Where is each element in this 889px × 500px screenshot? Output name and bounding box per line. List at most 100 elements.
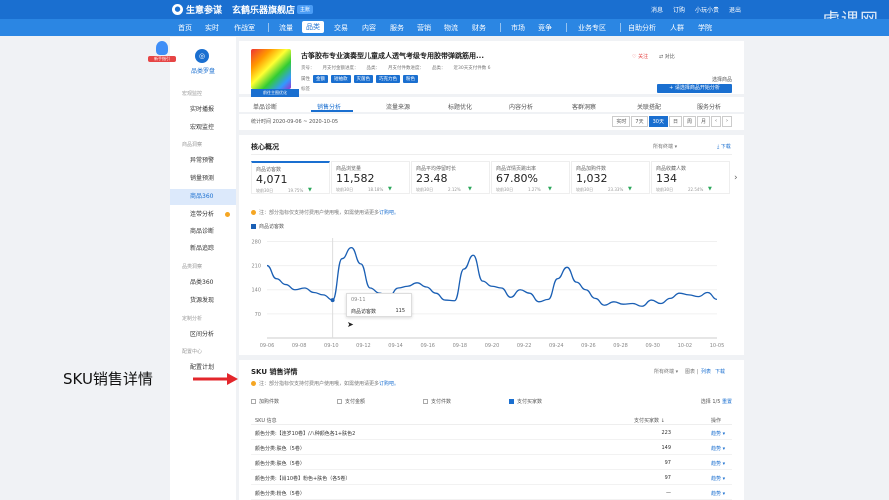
x-tick-label: 09-16 bbox=[420, 343, 435, 349]
sidebar-item-diagnosis[interactable]: 商品诊断 bbox=[170, 225, 236, 238]
tab-item[interactable]: 关联搭配 bbox=[637, 102, 661, 111]
x-tick-label: 09-20 bbox=[485, 343, 500, 349]
tab-item[interactable]: 流量来源 bbox=[386, 102, 410, 111]
top-link-user[interactable]: 小玩小贵 bbox=[695, 5, 719, 14]
kpi-card[interactable]: 商品浏览量 11,582 较前30日 18.18% ▼ bbox=[331, 161, 410, 194]
nav-item[interactable]: 物流 bbox=[444, 23, 458, 33]
select-product-button[interactable]: + 请选择商品开始分析 bbox=[657, 84, 732, 93]
sidebar-item-forecast[interactable]: 销量预测 bbox=[170, 172, 236, 185]
nav-item[interactable]: 财务 bbox=[472, 23, 486, 33]
nav-item[interactable]: 服务 bbox=[390, 23, 404, 33]
kpi-card[interactable]: 商品详情页跳出率 67.80% 较前30日 1.27% ▼ bbox=[491, 161, 570, 194]
kpi-value: 4,071 bbox=[256, 173, 288, 186]
visitor-line-chart[interactable]: 70 140 210 280 09-06 09-08 09-10 09-12 09-14 09-1… bbox=[239, 230, 744, 355]
trend-link[interactable]: 趋势 ▾ bbox=[711, 445, 725, 452]
nav-item[interactable]: 自助分析 bbox=[628, 23, 656, 33]
nav-item[interactable]: 交易 bbox=[334, 23, 348, 33]
core-note-link[interactable]: 订购吧。 bbox=[379, 210, 399, 216]
reset-link[interactable]: 重置 bbox=[722, 399, 732, 405]
col-buyers[interactable]: 支付买家数 ↓ bbox=[634, 417, 665, 424]
nav-item[interactable]: 人群 bbox=[670, 23, 684, 33]
check-pay-qty[interactable]: 支付件数 bbox=[423, 398, 451, 405]
warning-icon bbox=[251, 381, 256, 386]
sidebar-item-sourcing[interactable]: 货源发现 bbox=[170, 294, 236, 307]
sku-note-link[interactable]: 订购吧。 bbox=[379, 381, 399, 387]
trend-down-icon: ▼ bbox=[468, 186, 472, 192]
tab-item[interactable]: 单品诊断 bbox=[253, 102, 277, 111]
kpi-card[interactable]: 商品平均停留时长 23.48 较前30日 2.12% ▼ bbox=[411, 161, 490, 194]
kpi-card[interactable]: 商品加购件数 1,032 较前30日 23.33% ▼ bbox=[571, 161, 650, 194]
x-tick-label: 09-10 bbox=[324, 343, 339, 349]
kpi-card[interactable]: 商品收藏人数 134 较前30日 22.54% ▼ bbox=[651, 161, 730, 194]
brand-logo[interactable]: ● 生意参谋 bbox=[172, 3, 222, 16]
sku-terminal-select[interactable]: 所有终端 ▾ bbox=[654, 368, 678, 375]
table-row[interactable]: 颜色分类:【肖10卷】粉色+肤色（各5卷） 97 趋势 ▾ bbox=[251, 471, 732, 485]
sidebar-item-category360[interactable]: 品类360 bbox=[170, 276, 236, 289]
sidebar-item-macro[interactable]: 宏观监控 bbox=[170, 121, 236, 134]
nav-item[interactable]: 营销 bbox=[417, 23, 431, 33]
trend-link[interactable]: 趋势 ▾ bbox=[711, 490, 725, 497]
image-optimize-button[interactable]: 前往主图优化 bbox=[251, 89, 299, 97]
nav-item[interactable]: 学院 bbox=[698, 23, 712, 33]
nav-item[interactable]: 实时 bbox=[205, 23, 219, 33]
kpi-next-icon[interactable]: › bbox=[734, 173, 738, 183]
product-title[interactable]: 古筝胶布专业演奏型儿童成人透气考级专用胶带弹跳筋用... bbox=[301, 51, 511, 61]
table-row[interactable]: 颜色分类:【连岁10卷】/八种颜色各1+肤色2 223 趋势 ▾ bbox=[251, 426, 732, 440]
kpi-card[interactable]: 商品访客数 4,071 较前30日 19.75% ▼ bbox=[251, 161, 330, 194]
top-link-orders[interactable]: 订购 bbox=[673, 5, 685, 14]
sidebar-item-realtime[interactable]: 实时播报 bbox=[170, 103, 236, 116]
sku-title: SKU 销售详情 bbox=[251, 368, 298, 376]
sku-list-toggle[interactable]: 列表 bbox=[701, 368, 711, 375]
top-link-logout[interactable]: 退出 bbox=[729, 5, 741, 14]
table-row[interactable]: 颜色分类:肤色（5卷） 149 趋势 ▾ bbox=[251, 441, 732, 455]
nav-item[interactable]: 业务专区 bbox=[578, 23, 606, 33]
top-link-messages[interactable]: 消息 bbox=[651, 5, 663, 14]
sidebar-item-association[interactable]: 连带分析 bbox=[170, 208, 236, 221]
check-pay-buyers[interactable]: 支付买家数 bbox=[509, 398, 542, 405]
date-button[interactable]: 日 bbox=[668, 116, 682, 127]
trend-link[interactable]: 趋势 ▾ bbox=[711, 430, 725, 437]
sidebar-item-alerts[interactable]: 异常预警 bbox=[170, 154, 236, 167]
guide-badge[interactable]: 新手指引 bbox=[148, 41, 176, 65]
sidebar-item-product360[interactable]: 商品360 bbox=[170, 189, 236, 205]
terminal-select[interactable]: 所有终端 ▾ bbox=[653, 143, 677, 150]
tab-item[interactable]: 服务分析 bbox=[697, 102, 721, 111]
table-row[interactable]: 颜色分类:粉色（5卷） — 趋势 ▾ bbox=[251, 486, 732, 500]
shop-name[interactable]: 玄鹤乐器旗舰店 bbox=[232, 3, 295, 16]
kpi-value: 134 bbox=[656, 172, 677, 185]
nav-item[interactable]: 作战室 bbox=[234, 23, 255, 33]
x-tick-label: 09-30 bbox=[645, 343, 660, 349]
compare-button[interactable]: ⇄ 对比 bbox=[659, 53, 675, 60]
sidebar-item-newproduct[interactable]: 新品追踪 bbox=[170, 242, 236, 255]
tab-item[interactable]: 内容分析 bbox=[509, 102, 533, 111]
nav-item[interactable]: 市场 bbox=[511, 23, 525, 33]
brand-icon: ● bbox=[172, 4, 183, 15]
nav-item[interactable]: 竞争 bbox=[538, 23, 552, 33]
date-button[interactable]: 月 bbox=[696, 116, 710, 127]
download-link[interactable]: ⤓ 下载 bbox=[717, 143, 731, 150]
date-button[interactable]: 30天 bbox=[648, 116, 668, 127]
sidebar-item-range[interactable]: 区间分析 bbox=[170, 328, 236, 341]
trend-link[interactable]: 趋势 ▾ bbox=[711, 475, 725, 482]
check-add-cart[interactable]: 加购件数 bbox=[251, 398, 279, 405]
tab-item[interactable]: 标题优化 bbox=[448, 102, 472, 111]
follow-button[interactable]: ♡ 关注 bbox=[632, 53, 648, 60]
date-button[interactable]: 周 bbox=[682, 116, 696, 127]
kpi-label: 商品详情页跳出率 bbox=[496, 166, 537, 172]
date-button[interactable]: › bbox=[722, 116, 732, 127]
nav-item[interactable]: 流量 bbox=[279, 23, 293, 33]
nav-item[interactable]: 品类 bbox=[302, 21, 324, 33]
check-pay-amount[interactable]: 支付金额 bbox=[337, 398, 365, 405]
sku-download-link[interactable]: 下载 bbox=[715, 368, 725, 375]
date-button[interactable]: 实时 bbox=[612, 116, 631, 127]
date-button[interactable]: 7天 bbox=[631, 116, 648, 127]
tab-item[interactable]: 客群洞察 bbox=[572, 102, 596, 111]
nav-item[interactable]: 内容 bbox=[362, 23, 376, 33]
table-row[interactable]: 颜色分类:肤色（5卷） 97 趋势 ▾ bbox=[251, 456, 732, 470]
trend-link[interactable]: 趋势 ▾ bbox=[711, 460, 725, 467]
nav-item[interactable]: 首页 bbox=[178, 23, 192, 33]
kpi-compare: 较前30日 bbox=[576, 187, 594, 192]
sku-chart-toggle[interactable]: 图表 | bbox=[685, 368, 698, 375]
date-button[interactable]: ‹ bbox=[711, 116, 721, 127]
product-image[interactable] bbox=[251, 49, 291, 89]
